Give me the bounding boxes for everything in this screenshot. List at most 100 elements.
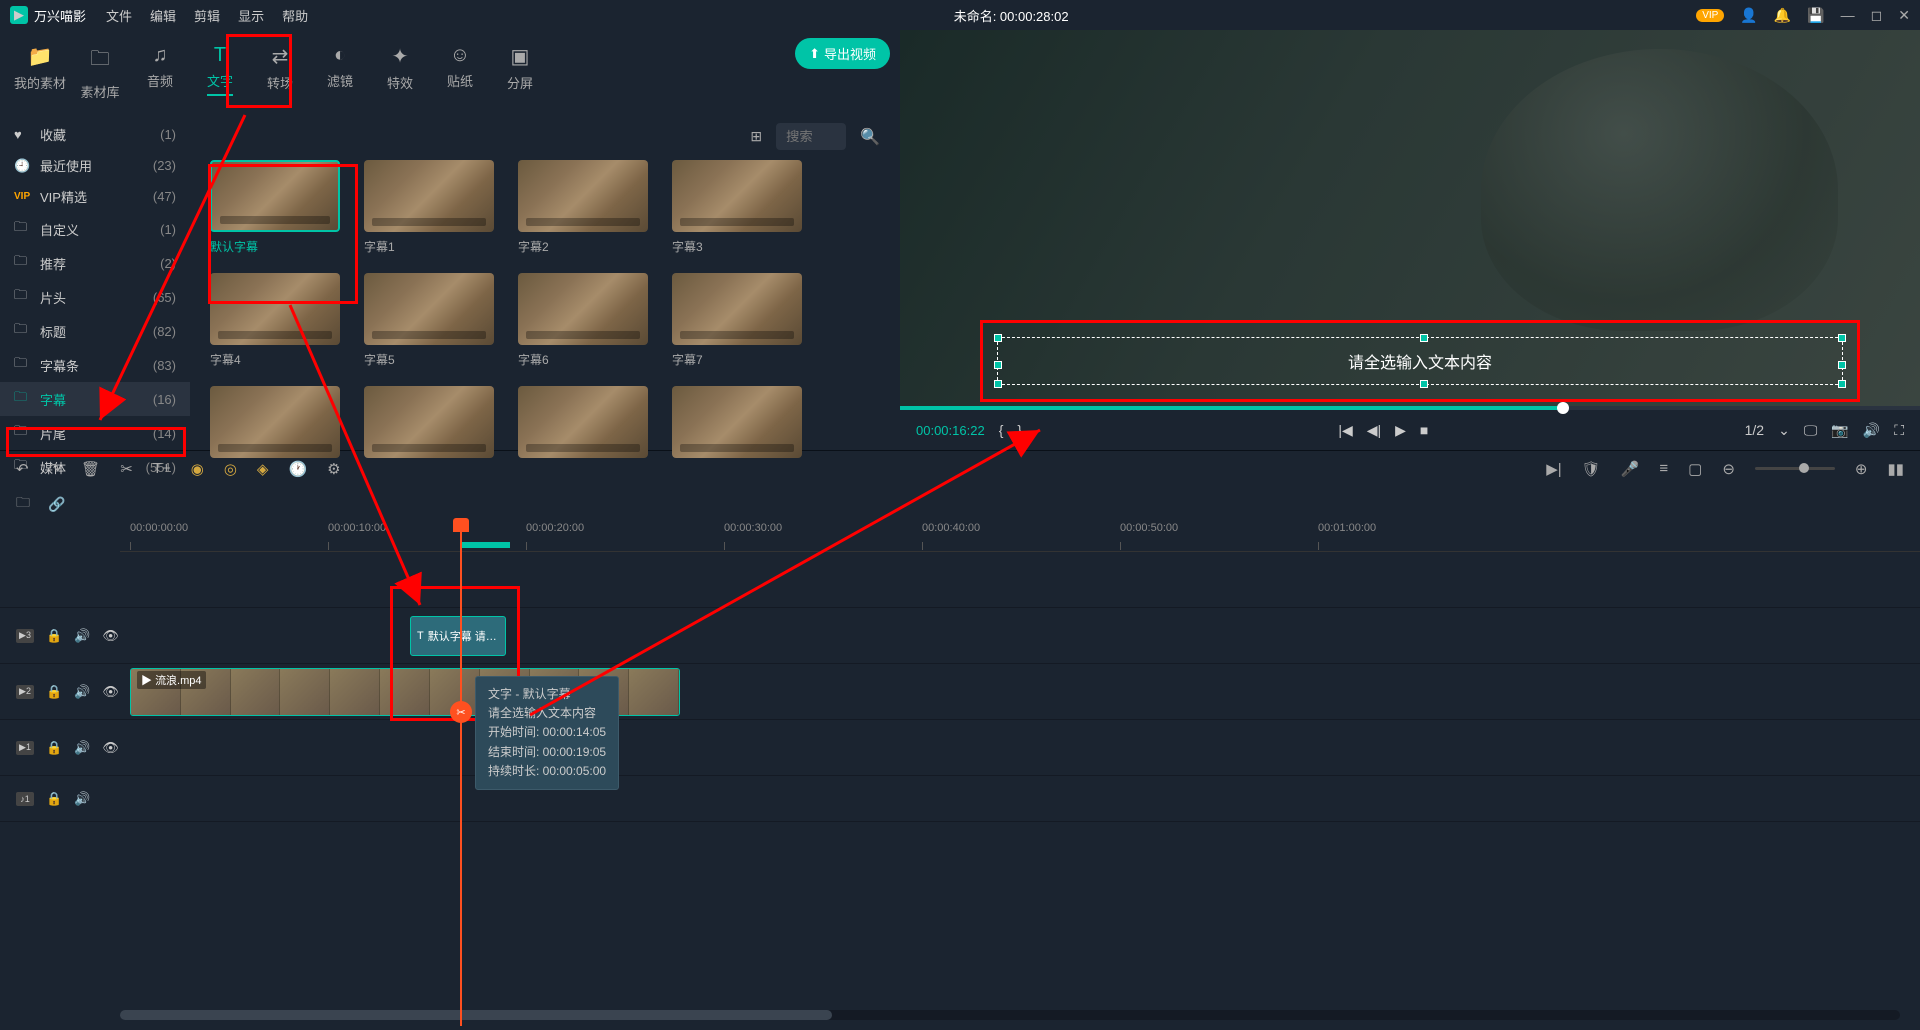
tab-转场[interactable]: ⇄转场 — [250, 38, 310, 104]
bracket-open-icon[interactable]: { — [999, 422, 1004, 438]
menu-help[interactable]: 帮助 — [282, 6, 308, 25]
mixer-icon[interactable]: ≡ — [1659, 460, 1668, 477]
sidebar-item-最近使用[interactable]: 🕘最近使用(23) — [0, 150, 190, 181]
track-mute-icon[interactable]: 🔊 — [74, 740, 90, 756]
minimize-icon[interactable]: — — [1841, 7, 1855, 23]
thumb-item[interactable] — [210, 386, 340, 464]
close-icon[interactable]: ✕ — [1898, 7, 1910, 24]
zoom-handle[interactable] — [1799, 463, 1809, 473]
preview-scrubber[interactable] — [900, 406, 1920, 410]
track-mute-icon[interactable]: 🔊 — [74, 791, 90, 807]
delete-icon[interactable]: 🗑 — [81, 460, 100, 478]
maximize-icon[interactable]: ◻ — [1871, 7, 1883, 24]
scrubber-handle[interactable] — [1557, 402, 1569, 414]
bracket-close-icon[interactable]: } — [1017, 422, 1022, 438]
vip-badge[interactable]: VIP — [1696, 9, 1724, 22]
resize-handle[interactable] — [1420, 380, 1428, 388]
zoom-in-icon[interactable]: ⊕ — [1855, 460, 1868, 478]
prev-frame-icon[interactable]: |◀ — [1338, 422, 1352, 439]
clock-icon[interactable]: 🕐 — [288, 460, 307, 478]
resize-handle[interactable] — [994, 334, 1002, 342]
overlay-text[interactable]: 请全选输入文本内容 — [1348, 349, 1492, 373]
volume-icon[interactable]: 🔊 — [1863, 422, 1880, 439]
track-lock-icon[interactable]: 🔒 — [46, 684, 62, 700]
timeline-ruler[interactable]: 00:00:00:0000:00:10:0000:00:20:0000:00:3… — [120, 522, 1920, 552]
resize-handle[interactable] — [1420, 334, 1428, 342]
undo-icon[interactable]: ↶ — [16, 460, 29, 478]
save-icon[interactable]: 💾 — [1807, 7, 1824, 24]
track-visible-icon[interactable]: 👁 — [102, 628, 119, 644]
menu-clip[interactable]: 剪辑 — [194, 6, 220, 25]
sidebar-item-VIP精选[interactable]: VIPVIP精选(47) — [0, 181, 190, 212]
sidebar-item-标题[interactable]: 🗀标题(82) — [0, 314, 190, 348]
sidebar-item-字幕条[interactable]: 🗀字幕条(83) — [0, 348, 190, 382]
tab-音频[interactable]: ♫音频 — [130, 38, 190, 102]
marker-2-icon[interactable]: ◎ — [224, 460, 237, 478]
play-icon[interactable]: ▶ — [1395, 422, 1406, 439]
sidebar-item-推荐[interactable]: 🗀推荐(2) — [0, 246, 190, 280]
ratio-dropdown-icon[interactable]: ⌄ — [1778, 422, 1790, 439]
tab-特效[interactable]: ✦特效 — [370, 38, 430, 104]
text-overlay[interactable]: 请全选输入文本内容 — [997, 337, 1843, 385]
notification-icon[interactable]: 🔔 — [1774, 7, 1791, 24]
thumb-item[interactable]: 字幕1 — [364, 160, 494, 255]
thumb-item[interactable]: 字幕3 — [672, 160, 802, 255]
track-lock-icon[interactable]: 🔒 — [46, 791, 62, 807]
sidebar-item-自定义[interactable]: 🗀自定义(1) — [0, 212, 190, 246]
cut-icon[interactable]: ✂ — [120, 460, 133, 478]
track-visible-icon[interactable]: 👁 — [102, 684, 119, 700]
marker-1-icon[interactable]: ◉ — [191, 460, 204, 478]
preview-viewport[interactable]: 请全选输入文本内容 — [900, 30, 1920, 406]
thumb-item[interactable] — [518, 386, 648, 464]
tab-分屏[interactable]: ▣分屏 — [490, 38, 550, 104]
resize-handle[interactable] — [1838, 380, 1846, 388]
timeline-media-icon[interactable]: 🗀 — [16, 492, 30, 516]
thumb-item[interactable]: 字幕6 — [518, 273, 648, 368]
zoom-out-icon[interactable]: ⊖ — [1722, 460, 1735, 478]
scrollbar-thumb[interactable] — [120, 1010, 832, 1020]
thumb-item[interactable] — [364, 386, 494, 464]
track-mute-icon[interactable]: 🔊 — [74, 628, 90, 644]
resize-handle[interactable] — [1838, 361, 1846, 369]
thumb-item[interactable]: 字幕7 — [672, 273, 802, 368]
menu-edit[interactable]: 编辑 — [150, 6, 176, 25]
export-button[interactable]: ⬆导出视频 — [795, 38, 890, 69]
sidebar-item-收藏[interactable]: ♥收藏(1) — [0, 119, 190, 150]
resize-handle[interactable] — [994, 380, 1002, 388]
render-icon[interactable]: ▶| — [1546, 460, 1561, 478]
grid-view-icon[interactable]: ⊞ — [750, 128, 762, 145]
tab-素材库[interactable]: 🗀素材库 — [70, 38, 130, 113]
track-lock-icon[interactable]: 🔒 — [46, 628, 62, 644]
thumb-item[interactable]: 字幕4 — [210, 273, 340, 368]
mic-icon[interactable]: 🎤 — [1621, 460, 1640, 478]
stop-icon[interactable]: ■ — [1420, 422, 1428, 438]
menu-display[interactable]: 显示 — [238, 6, 264, 25]
text-tool-icon[interactable]: T+ — [153, 460, 171, 477]
search-icon[interactable]: 🔍 — [860, 127, 880, 147]
display-icon[interactable]: 🖵 — [1804, 422, 1818, 439]
sidebar-item-片尾[interactable]: 🗀片尾(14) — [0, 416, 190, 450]
settings-icon[interactable]: ⚙ — [327, 460, 340, 478]
fit-icon[interactable]: ▮▮ — [1887, 460, 1904, 478]
timeline-scrollbar[interactable] — [120, 1010, 1900, 1020]
search-input[interactable] — [776, 123, 846, 150]
account-icon[interactable]: 👤 — [1740, 7, 1757, 24]
tab-贴纸[interactable]: ☺贴纸 — [430, 38, 490, 102]
thumb-item[interactable]: 默认字幕 — [210, 160, 340, 255]
resize-handle[interactable] — [1838, 334, 1846, 342]
shield-icon[interactable]: 🛡 — [1582, 460, 1601, 478]
fullscreen-icon[interactable]: ⛶ — [1894, 422, 1904, 439]
thumb-item[interactable]: 字幕2 — [518, 160, 648, 255]
step-back-icon[interactable]: ◀| — [1367, 422, 1381, 439]
tab-滤镜[interactable]: ◐滤镜 — [310, 38, 370, 102]
thumb-item[interactable]: 字幕5 — [364, 273, 494, 368]
ratio-label[interactable]: 1/2 — [1745, 422, 1764, 438]
thumb-item[interactable] — [672, 386, 802, 464]
resize-handle[interactable] — [994, 361, 1002, 369]
track-mute-icon[interactable]: 🔊 — [74, 684, 90, 700]
sidebar-item-片头[interactable]: 🗀片头(65) — [0, 280, 190, 314]
zoom-slider[interactable] — [1755, 467, 1835, 470]
tab-我的素材[interactable]: 📁我的素材 — [10, 38, 70, 104]
track-lock-icon[interactable]: 🔒 — [46, 740, 62, 756]
sidebar-item-字幕[interactable]: 🗀字幕(16) — [0, 382, 190, 416]
